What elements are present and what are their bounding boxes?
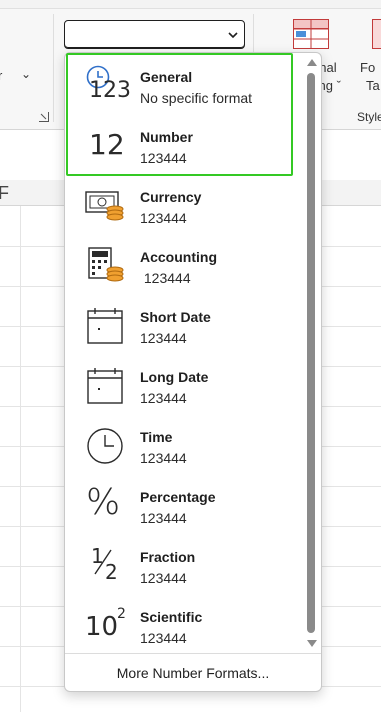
format-item-time[interactable]: Time 123444 <box>67 416 293 476</box>
format-sample: 123444 <box>140 510 187 526</box>
format-sample: 123444 <box>140 270 191 286</box>
chevron-down-icon[interactable] <box>227 29 239 41</box>
format-sample: 123444 <box>140 450 187 466</box>
gridline <box>20 206 21 712</box>
format-item-long-date[interactable]: Long Date 123444 <box>67 356 293 416</box>
format-sample: 123444 <box>140 390 187 406</box>
currency-icon <box>85 191 124 221</box>
scientific-base: 10 <box>85 612 119 642</box>
percent-icon: % <box>86 482 121 523</box>
format-label: Scientific <box>140 609 203 625</box>
scientific-exponent: 2 <box>117 606 126 622</box>
fraction-denominator: 2 <box>105 560 118 584</box>
format-label: Currency <box>140 189 202 205</box>
calendar-icon <box>87 368 123 404</box>
clock-icon <box>87 428 123 464</box>
format-label: Long Date <box>140 369 209 385</box>
ribbon-fragment-left: r <box>0 68 3 83</box>
accounting-icon <box>88 247 124 282</box>
number-format-dropdown: 123 General No specific format 12 Number… <box>64 52 322 692</box>
dialog-launcher-icon[interactable] <box>39 112 49 122</box>
more-number-formats-link[interactable]: More Number Formats... <box>65 654 321 692</box>
format-item-percentage[interactable]: % Percentage 123444 <box>67 476 293 536</box>
format-sample: 123444 <box>140 570 187 586</box>
format-item-short-date[interactable]: Short Date 123444 <box>67 296 293 356</box>
scroll-down-arrow-icon[interactable] <box>307 640 317 647</box>
format-label: Short Date <box>140 309 211 325</box>
more-number-formats-label: More Number Formats... <box>116 665 270 681</box>
scroll-up-arrow-icon[interactable] <box>307 59 317 66</box>
conditional-formatting-icon[interactable] <box>293 19 329 49</box>
format-item-accounting[interactable]: Accounting 123444 <box>67 236 293 296</box>
number-format-combobox[interactable] <box>64 20 245 49</box>
format-sample: 123444 <box>140 330 187 346</box>
tab-strip <box>0 0 381 9</box>
scroll-thumb[interactable] <box>307 73 315 633</box>
format-as-table-label[interactable]: Fo <box>360 60 375 75</box>
format-item-currency[interactable]: Currency 123444 <box>67 176 293 236</box>
dropdown-scrollbar[interactable] <box>303 55 319 651</box>
format-as-table-icon[interactable] <box>372 19 381 49</box>
selection-highlight <box>66 53 293 176</box>
number-format-input[interactable] <box>69 25 219 44</box>
format-item-scientific[interactable]: 10 2 Scientific 123444 <box>67 596 293 656</box>
format-label: Fraction <box>140 549 196 565</box>
format-as-table-label-2[interactable]: Ta <box>366 78 380 93</box>
format-sample: 123444 <box>140 210 187 226</box>
styles-group-label: Style <box>357 110 381 124</box>
ribbon-divider <box>53 14 54 122</box>
format-label: Accounting <box>140 249 217 265</box>
format-label: Time <box>140 429 173 445</box>
format-sample: 123444 <box>140 630 187 646</box>
calendar-icon <box>87 308 123 344</box>
format-label: Percentage <box>140 489 216 505</box>
format-item-fraction[interactable]: 1 2 Fraction 123444 <box>67 536 293 596</box>
column-header-f[interactable]: F <box>0 183 9 204</box>
ribbon-chevron-down-icon[interactable]: ⌄ <box>21 67 31 81</box>
